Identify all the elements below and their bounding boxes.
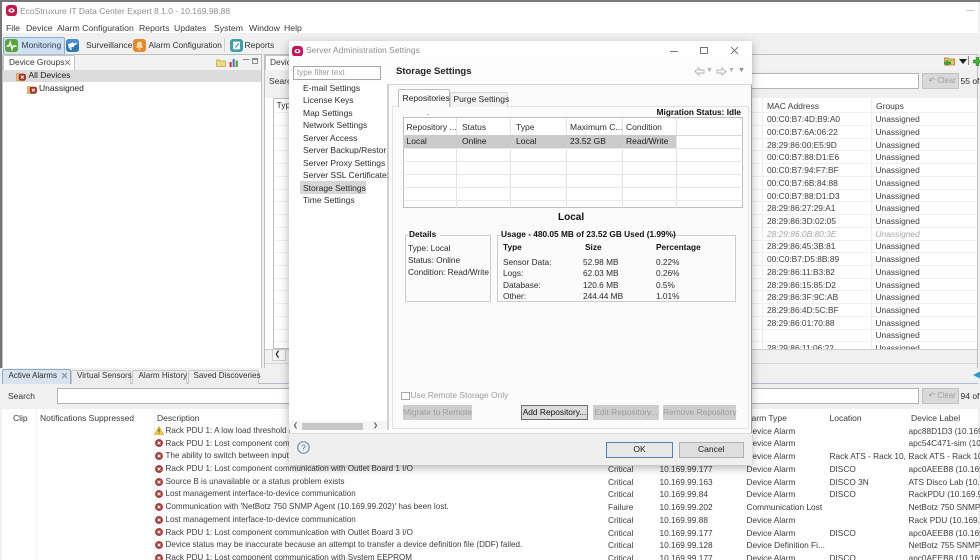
svg-text:?: ? bbox=[301, 443, 306, 452]
